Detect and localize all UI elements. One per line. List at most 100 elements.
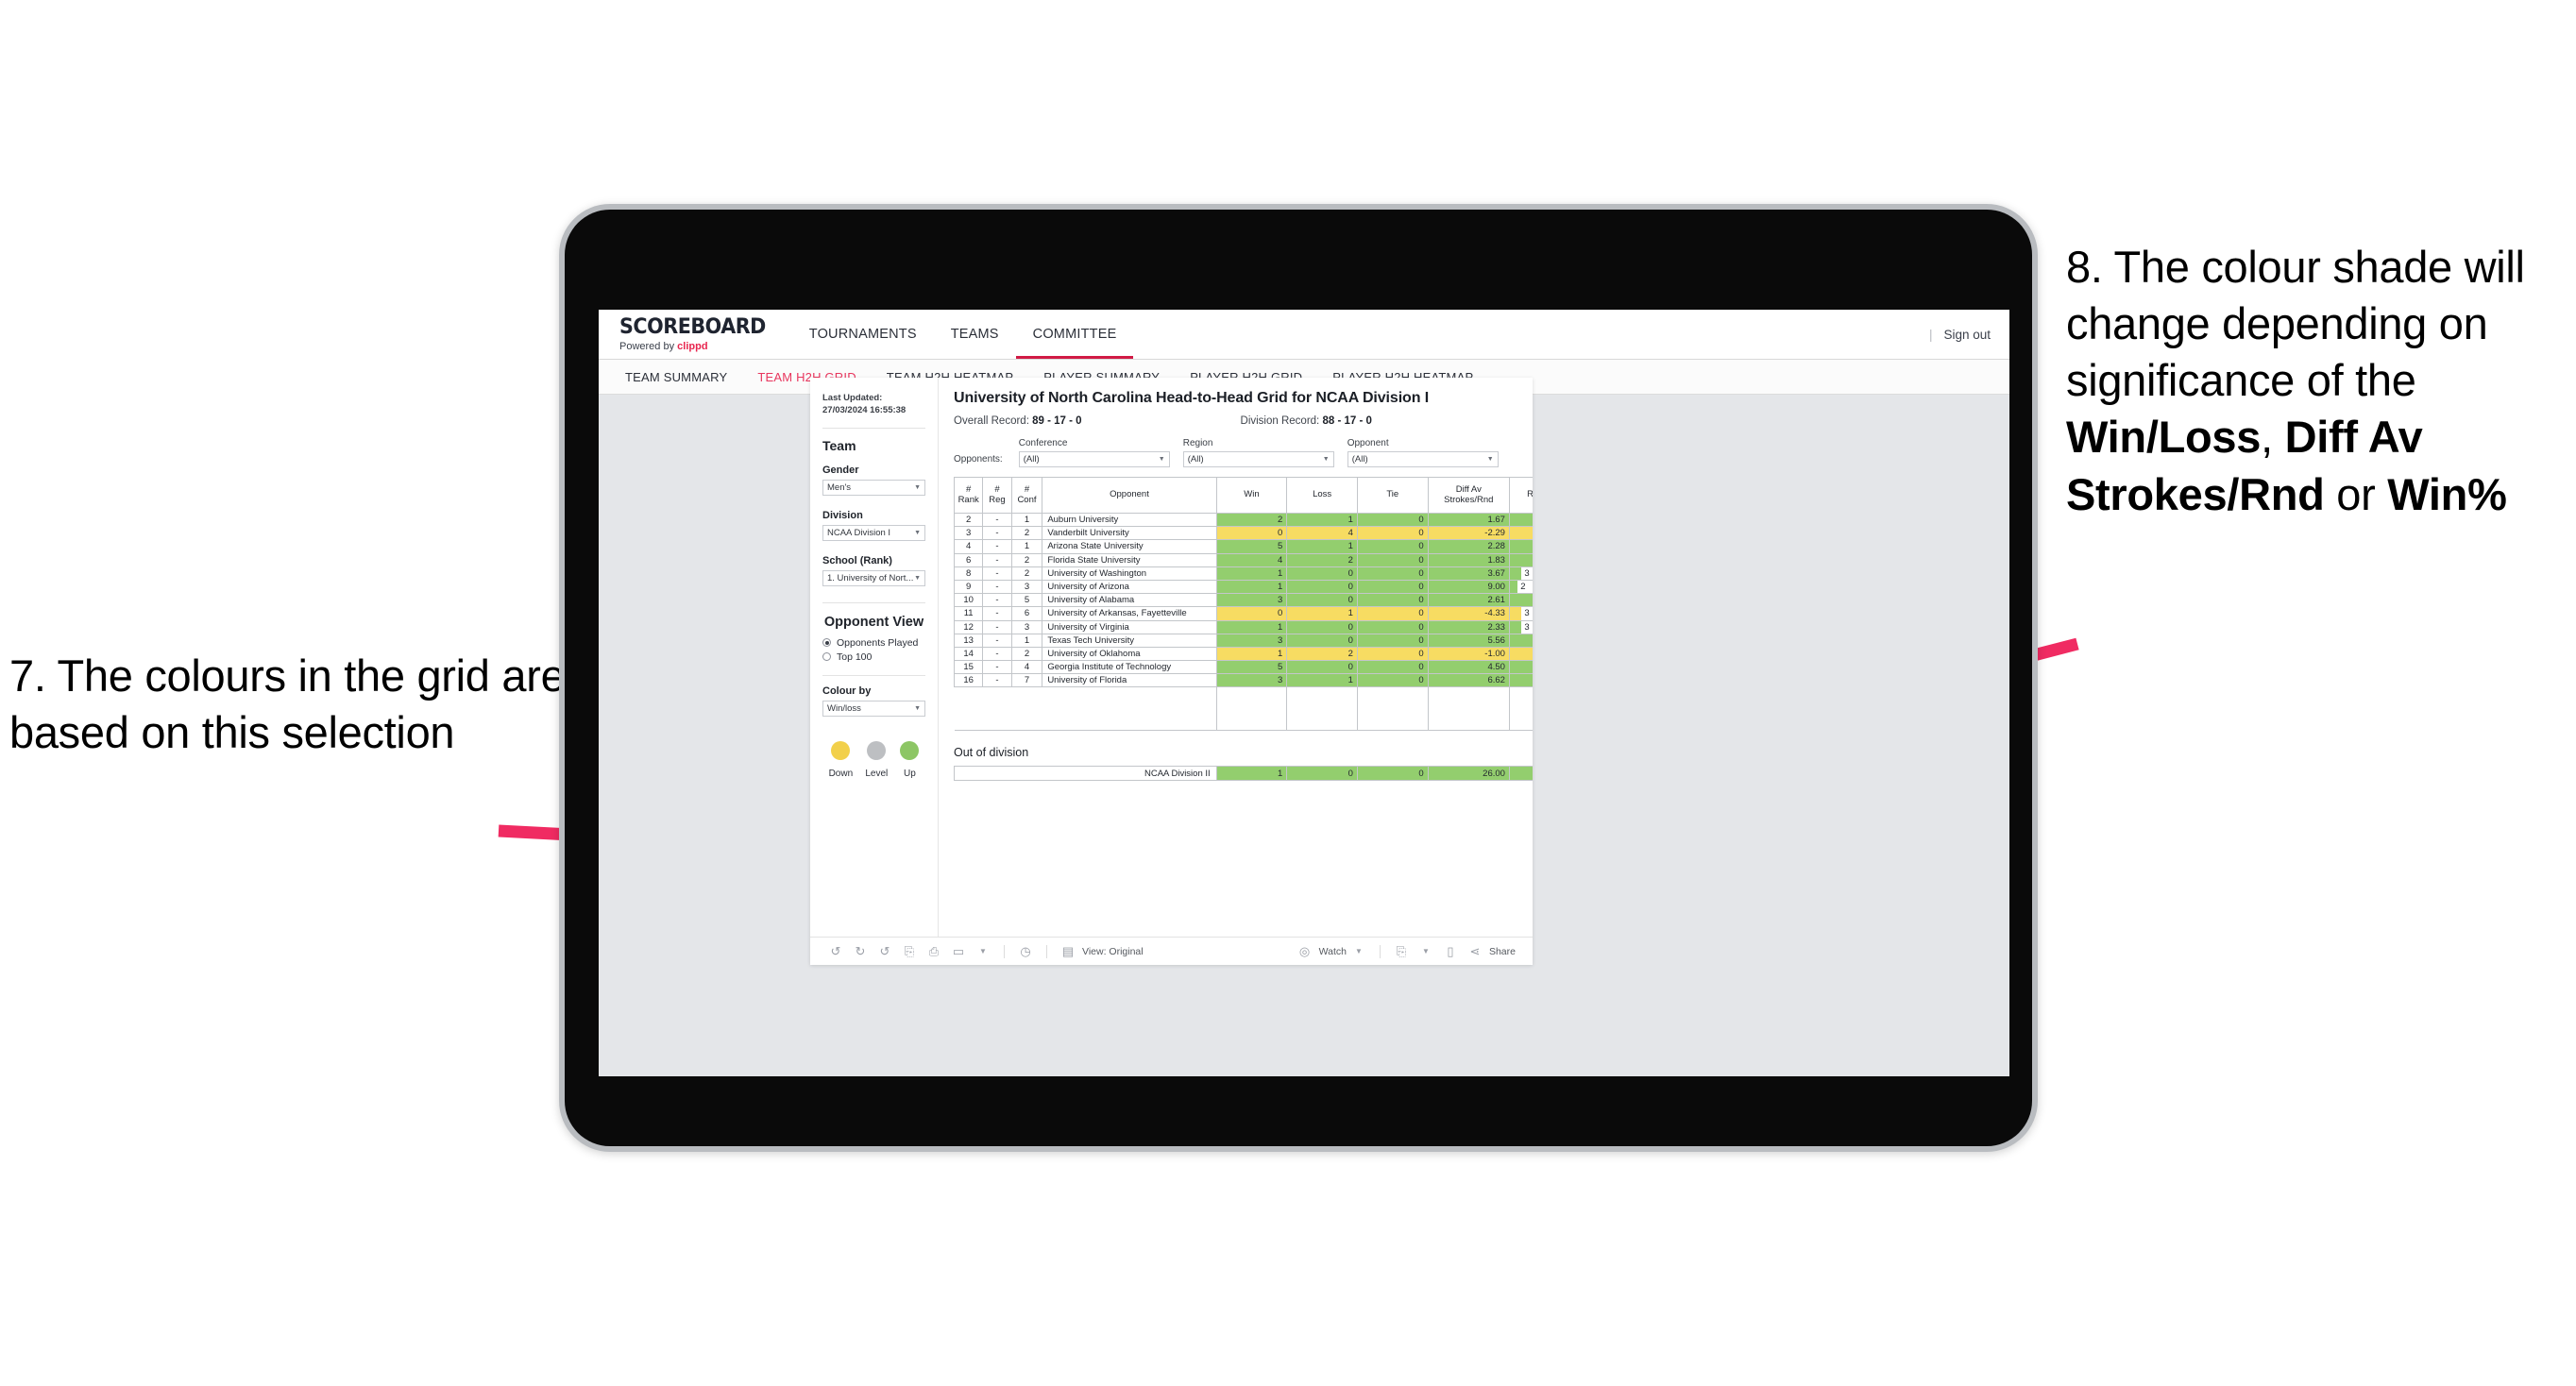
filter-opponent-value: (All)	[1351, 454, 1368, 465]
cell-diff: 2.33	[1427, 619, 1510, 634]
watch-icon[interactable]: ◎	[1293, 944, 1317, 959]
chevron-down-icon: ▼	[914, 574, 921, 582]
col-diff-l1: Diff Av	[1455, 483, 1482, 495]
cell-conf: 3	[1010, 579, 1043, 595]
cell-reg: -	[982, 526, 1012, 541]
subnav-team-summary[interactable]: TEAM SUMMARY	[612, 370, 740, 384]
rounds-bar	[1509, 607, 1522, 620]
table-row[interactable]: 10-5University of Alabama3002.618	[953, 593, 1533, 608]
device-preview-icon[interactable]: ▯	[1438, 944, 1463, 959]
cell-loss: 0	[1286, 660, 1358, 675]
cell-win: 1	[1215, 646, 1288, 662]
table-row[interactable]: 6-2Florida State University4201.8312	[953, 552, 1533, 567]
col-rounds[interactable]: Rounds	[1508, 477, 1533, 514]
table-row[interactable]: 2-1Auburn University2101.679	[953, 512, 1533, 528]
school-rank-select[interactable]: 1. University of Nort... ▼	[822, 569, 925, 586]
cell-win: 1	[1215, 566, 1288, 581]
redo-icon[interactable]: ↻	[848, 944, 873, 959]
division-label: Division	[822, 509, 863, 521]
col-reg[interactable]: # Reg	[982, 477, 1012, 514]
cell-conf: 1	[1010, 512, 1043, 528]
nav-tournaments[interactable]: TOURNAMENTS	[792, 310, 934, 359]
chevron-down-icon[interactable]: ▼	[971, 947, 995, 955]
watch-label[interactable]: Watch	[1319, 946, 1347, 957]
table-row[interactable]: 9-3 University of Arizona 1 0 0 9.00 2	[953, 579, 1533, 595]
division-select[interactable]: NCAA Division I ▼	[822, 524, 925, 541]
colour-by-select[interactable]: Win/loss ▼	[822, 700, 925, 717]
gender-label: Gender	[822, 464, 859, 476]
alerts-icon[interactable]: ◷	[1013, 944, 1038, 959]
ood-diff: 26.00	[1427, 766, 1510, 782]
cell-conf: 1	[1010, 539, 1043, 554]
sign-out-link[interactable]: Sign out	[1943, 328, 1991, 342]
filter-region-select[interactable]: (All) ▼	[1182, 451, 1334, 467]
cell-rounds: 9	[1508, 673, 1533, 688]
radio-top-100[interactable]: Top 100	[822, 651, 925, 663]
col-opponent[interactable]: Opponent	[1042, 477, 1217, 514]
ood-tie: 0	[1356, 766, 1429, 782]
refresh-data-icon[interactable]: ⎘	[897, 944, 922, 959]
download-icon[interactable]: ⎘	[1389, 944, 1414, 959]
col-diff-av-strokes[interactable]: Diff Av Strokes/Rnd	[1427, 477, 1510, 514]
radio-opponents-played[interactable]: Opponents Played	[822, 637, 925, 649]
gender-select[interactable]: Men's ▼	[822, 479, 925, 496]
pause-updates-icon[interactable]: ⎙	[922, 944, 946, 959]
col-conf[interactable]: # Conf	[1010, 477, 1043, 514]
view-icon[interactable]: ▤	[1056, 944, 1080, 959]
cell-rank: 13	[953, 633, 984, 648]
cell-tie: 0	[1356, 539, 1429, 554]
cell-reg: -	[982, 539, 1012, 554]
table-row[interactable]: 8-2 University of Washington 1 0 0 3.67 3	[953, 566, 1533, 581]
rounds-bar	[1509, 674, 1533, 687]
cell-rank: 16	[953, 673, 984, 688]
col-rank[interactable]: # Rank	[953, 477, 984, 514]
cell-rank: 11	[953, 606, 984, 621]
table-row[interactable]: 14-2University of Oklahoma120-1.009	[953, 646, 1533, 662]
revert-icon[interactable]: ↺	[873, 944, 897, 959]
rounds-bar	[1509, 647, 1533, 661]
cell-diff: 1.67	[1427, 512, 1510, 528]
nav-teams[interactable]: TEAMS	[934, 310, 1016, 359]
filter-opponent-select[interactable]: (All) ▼	[1347, 451, 1499, 467]
cell-rounds: 9	[1508, 660, 1533, 675]
chevron-down-icon[interactable]: ▼	[1347, 947, 1371, 955]
cell-opponent: University of Washington	[1042, 566, 1217, 581]
col-loss[interactable]: Loss	[1286, 477, 1358, 514]
col-win[interactable]: Win	[1215, 477, 1288, 514]
view-original-label[interactable]: View: Original	[1082, 946, 1144, 957]
share-label[interactable]: Share	[1489, 946, 1516, 957]
chevron-down-icon: ▼	[914, 483, 921, 491]
cell-opponent: Texas Tech University	[1042, 633, 1217, 648]
filter-conference-select[interactable]: (All) ▼	[1018, 451, 1170, 467]
chevron-down-icon[interactable]: ▼	[1414, 947, 1438, 955]
share-icon[interactable]: ⋖	[1463, 944, 1487, 959]
table-row[interactable]: 4-1Arizona State University5102.2817	[953, 539, 1533, 554]
cell-tie: 0	[1356, 619, 1429, 634]
table-row[interactable]: 3-2Vanderbilt University040-2.298	[953, 526, 1533, 541]
cell-rank: 10	[953, 593, 984, 608]
school-rank-value: 1. University of Nort...	[827, 572, 914, 583]
chevron-down-icon: ▼	[914, 529, 921, 536]
screenshot-root: 7. The colours in the grid are based on …	[0, 0, 2576, 1386]
division-record: Division Record: 88 - 17 - 0	[1241, 415, 1372, 427]
cell-conf: 2	[1010, 526, 1043, 541]
table-row[interactable]: 16-7University of Florida3106.629	[953, 673, 1533, 688]
undo-icon[interactable]: ↺	[823, 944, 848, 959]
cell-reg: -	[982, 633, 1012, 648]
cell-rank: 2	[953, 512, 984, 528]
opponent-view-heading: Opponent View	[823, 614, 924, 630]
nav-committee[interactable]: COMMITTEE	[1015, 310, 1134, 359]
rounds-value: 3	[1524, 621, 1530, 633]
col-tie[interactable]: Tie	[1356, 477, 1429, 514]
cell-diff: -4.33	[1427, 606, 1510, 621]
table-row[interactable]: 12-3 University of Virginia 1 0 0 2.33 3	[953, 619, 1533, 634]
table-row[interactable]: 13-1Texas Tech University3005.569	[953, 633, 1533, 648]
divider	[822, 601, 925, 603]
table-row[interactable]: 15-4 Georgia Institute of Technology 5 0 0 4.…	[953, 660, 1533, 675]
ood-rounds-bar	[1509, 767, 1533, 781]
table-row[interactable]: 11-6 University of Arkansas, Fayetteville…	[953, 606, 1533, 621]
highlight-icon[interactable]: ▭	[946, 944, 971, 959]
cell-rounds: 8	[1508, 526, 1533, 541]
ood-win: 1	[1215, 766, 1288, 782]
cell-diff: 2.28	[1427, 539, 1510, 554]
